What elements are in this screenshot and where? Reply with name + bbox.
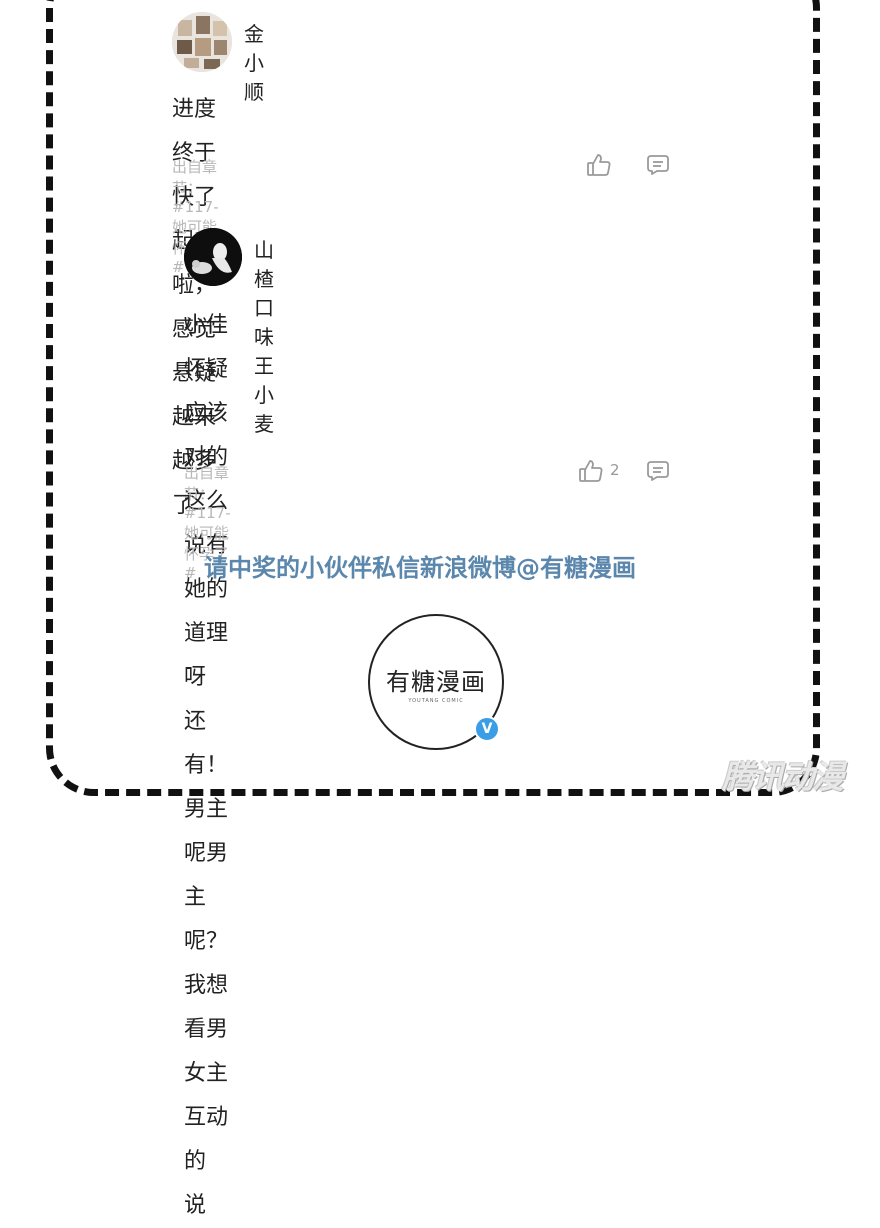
avatar[interactable]	[184, 228, 242, 286]
username[interactable]: 金小顺	[244, 18, 264, 105]
thumbs-up-icon[interactable]	[586, 152, 612, 182]
comment-bubble-icon[interactable]	[646, 460, 670, 486]
winner-notice: 请中奖的小伙伴私信新浪微博@有糖漫画	[204, 554, 636, 582]
verified-badge-icon: V	[474, 716, 500, 742]
comment-line: 还有！男主呢男主呢？我想看男女主互动的	[184, 709, 229, 1174]
logo-subtitle: YOUTANG COMIC	[408, 698, 464, 704]
username[interactable]: 山楂口味王小麦	[254, 234, 274, 437]
comment-text: 小佳怀疑应该对的这么说有她的道理呀 还有！男主呢男主呢？我想看男女主互动的 说	[184, 304, 228, 1228]
like-count: 2	[610, 461, 620, 479]
comment-bubble-icon[interactable]	[646, 154, 670, 180]
watermark: 腾讯动漫	[722, 758, 844, 796]
avatar[interactable]	[172, 12, 232, 72]
logo-name: 有糖漫画	[386, 668, 486, 696]
thumbs-up-icon[interactable]	[578, 458, 604, 488]
comment-line: 说	[184, 1193, 207, 1218]
